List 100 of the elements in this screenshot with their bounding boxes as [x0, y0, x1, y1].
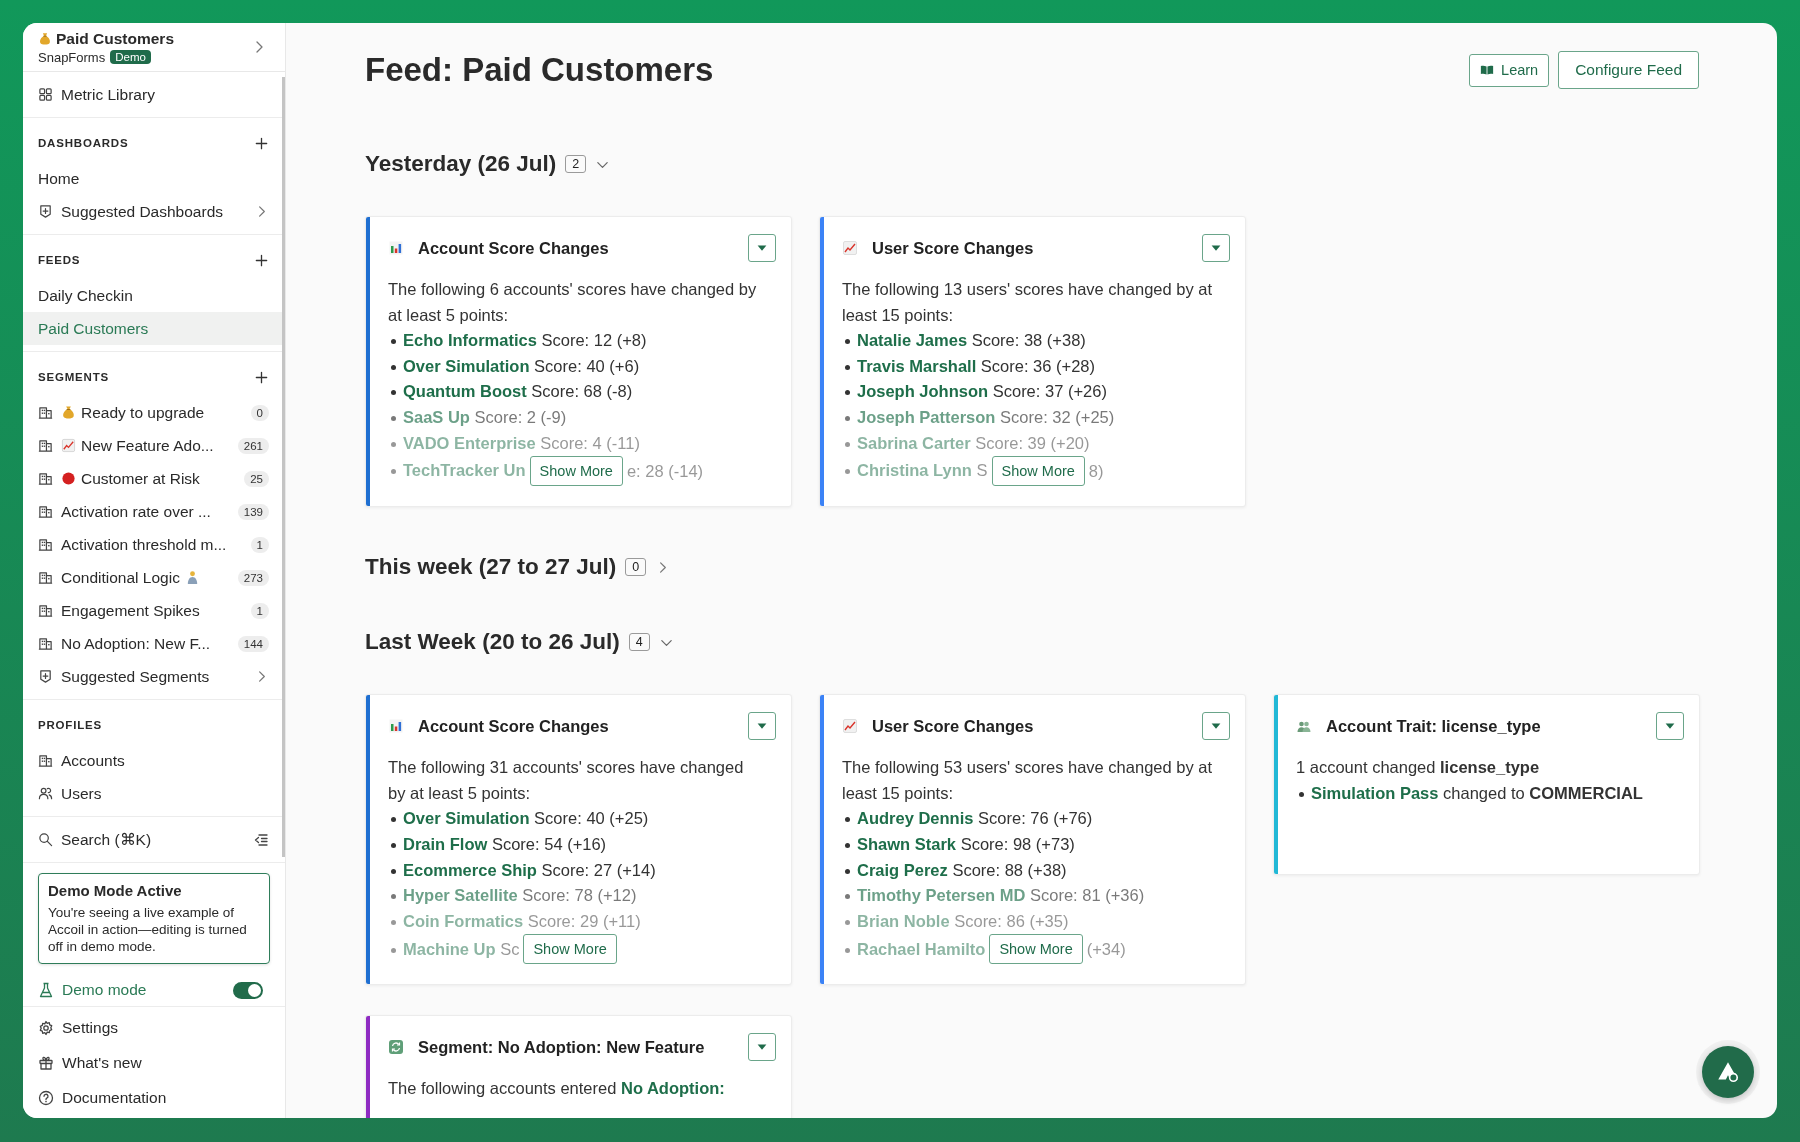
sidebar-item[interactable]: Accounts — [23, 744, 285, 778]
building-icon — [38, 438, 53, 454]
dropdown-button[interactable] — [1202, 234, 1230, 262]
show-more-button[interactable]: Show More — [523, 934, 617, 965]
segment-link[interactable]: No Adoption: — [621, 1079, 725, 1098]
add-button[interactable] — [254, 369, 269, 385]
notice-title: Demo Mode Active — [48, 882, 183, 900]
card-text: The following 31 accounts' scores have changed by at least 5 points: — [388, 757, 745, 804]
account-link[interactable]: Joseph Johnson — [857, 382, 989, 401]
status-dot-icon — [61, 471, 76, 487]
search-field[interactable]: Search (⌘K) — [23, 823, 285, 857]
building-icon — [38, 504, 53, 520]
section-title: Yesterday (26 Jul) — [365, 151, 557, 177]
show-more-button[interactable]: Show More — [991, 456, 1085, 487]
list-item: Craig Perez Score: 88 (+38) — [842, 857, 1230, 884]
building-icon — [38, 471, 53, 487]
card-text: The following accounts entered No Adoption: — [388, 1078, 726, 1100]
list-item: Simulation Pass changed to COMMERCIAL — [1296, 780, 1684, 807]
sidebar-item[interactable]: New Feature Ado... 261 — [23, 429, 285, 463]
sidebar-item[interactable]: Metric Library — [23, 78, 285, 112]
account-link[interactable]: Shawn Stark — [857, 834, 957, 853]
help-icon — [38, 1089, 54, 1106]
sidebar-item[interactable]: Ready to upgrade 0 — [23, 396, 285, 430]
list-item: SaaS Up Score: 2 (-9) — [388, 404, 776, 431]
toggle-switch[interactable] — [233, 981, 263, 999]
dropdown-button[interactable] — [748, 1033, 776, 1062]
sidebar-item[interactable]: Conditional Logic 273 — [23, 561, 285, 595]
account-link[interactable]: Echo Informatics — [403, 331, 537, 350]
launcher-button[interactable] — [1702, 1046, 1754, 1098]
collapse-icon[interactable] — [253, 831, 269, 848]
count-badge: 144 — [237, 635, 269, 652]
count-badge: 139 — [237, 503, 269, 520]
list-item: Timothy Petersen MD Score: 81 (+36) — [842, 883, 1230, 909]
sidebar-item[interactable]: Users — [23, 777, 285, 811]
sidebar-item[interactable]: Daily Checkin — [23, 279, 285, 313]
gear-icon — [38, 1019, 54, 1036]
sidebar-item[interactable]: Documentation — [23, 1080, 285, 1115]
card-title: Account Score Changes — [418, 716, 610, 736]
card-title: Segment: No Adoption: New Feature — [418, 1037, 706, 1057]
sidebar-item[interactable]: Suggested Dashboards — [23, 195, 285, 229]
sidebar-item[interactable]: Activation rate over ... 139 — [23, 495, 285, 529]
card-title: User Score Changes — [872, 238, 1035, 258]
line-chart-icon — [61, 438, 76, 454]
flask-icon — [38, 982, 54, 999]
dropdown-button[interactable] — [748, 234, 776, 262]
account-link[interactable]: Audrey Dennis — [857, 809, 974, 828]
account-link[interactable]: Ecommerce Ship — [403, 860, 537, 879]
section-heading: SEGMENTS — [38, 371, 109, 384]
list-item: Over Simulation Score: 40 (+6) — [388, 353, 776, 380]
account-link[interactable]: Over Simulation — [403, 356, 530, 375]
count-badge: 261 — [237, 437, 269, 454]
card-title: User Score Changes — [872, 716, 1035, 736]
building-icon — [38, 603, 53, 619]
dropdown-button[interactable] — [748, 712, 776, 741]
scroll-bar[interactable] — [282, 77, 285, 857]
book-icon — [1480, 63, 1495, 77]
count-badge: 273 — [237, 569, 269, 586]
section-heading: DASHBOARDS — [38, 137, 129, 150]
count-badge: 1 — [250, 536, 269, 553]
grid-icon — [38, 87, 53, 103]
list-item: Ecommerce Ship Score: 27 (+14) — [388, 857, 776, 884]
dropdown-button[interactable] — [1656, 712, 1684, 741]
add-button[interactable] — [254, 135, 269, 151]
sidebar-item[interactable]: What's new — [23, 1045, 285, 1080]
account-link[interactable]: Craig Perez — [857, 860, 948, 879]
line-chart-icon — [842, 240, 858, 256]
count-badge: 0 — [625, 558, 647, 577]
account-link[interactable]: Travis Marshall — [857, 356, 977, 375]
sidebar-item[interactable]: Engagement Spikes 1 — [23, 594, 285, 628]
sidebar-item[interactable]: Suggested Segments — [23, 660, 285, 694]
account-link[interactable]: Drain Flow — [403, 834, 488, 853]
show-more-button[interactable]: Show More — [989, 934, 1083, 965]
sidebar-item[interactable]: Customer at Risk 25 — [23, 462, 285, 496]
account-link[interactable]: Simulation Pass — [1311, 783, 1439, 802]
sidebar-item[interactable]: Activation threshold m... 1 — [23, 528, 285, 562]
show-more-button[interactable]: Show More — [529, 456, 623, 487]
account-link[interactable]: Over Simulation — [403, 809, 530, 828]
list-item: Machine Up Sc — [388, 936, 520, 963]
account-link[interactable]: Natalie James — [857, 331, 968, 350]
sidebar-item[interactable]: Paid Customers — [23, 312, 285, 346]
bar-chart-icon — [388, 718, 404, 735]
configure-feed-button[interactable]: Configure Feed — [1558, 51, 1699, 89]
section-title: This week (27 to 27 Jul) — [365, 554, 617, 581]
notice-text: You're seeing a live example of Accoil in action—editing is turned off in demo mode. — [48, 904, 248, 956]
account-link[interactable]: Quantum Boost — [403, 382, 527, 401]
card-title: Account Score Changes — [418, 238, 610, 258]
line-chart-icon — [842, 718, 858, 735]
plus-icon — [254, 369, 269, 385]
list-item: Natalie James Score: 38 (+38) — [842, 328, 1230, 354]
list-item-text: 8) — [1088, 461, 1104, 481]
dropdown-button[interactable] — [1202, 712, 1230, 741]
learn-button[interactable]: Learn — [1469, 53, 1550, 87]
sidebar-item[interactable]: No Adoption: New F... 144 — [23, 627, 285, 661]
workspace-header[interactable]: Paid Customers SnapForms Demo — [23, 23, 285, 73]
sidebar-item[interactable]: Home — [23, 162, 285, 196]
add-button[interactable] — [254, 252, 269, 268]
users-icon — [38, 786, 53, 802]
list-item: Coin Formatics Score: 29 (+11) — [388, 908, 776, 935]
sidebar-item[interactable]: Settings — [23, 1010, 285, 1045]
refresh-icon — [388, 1039, 404, 1056]
